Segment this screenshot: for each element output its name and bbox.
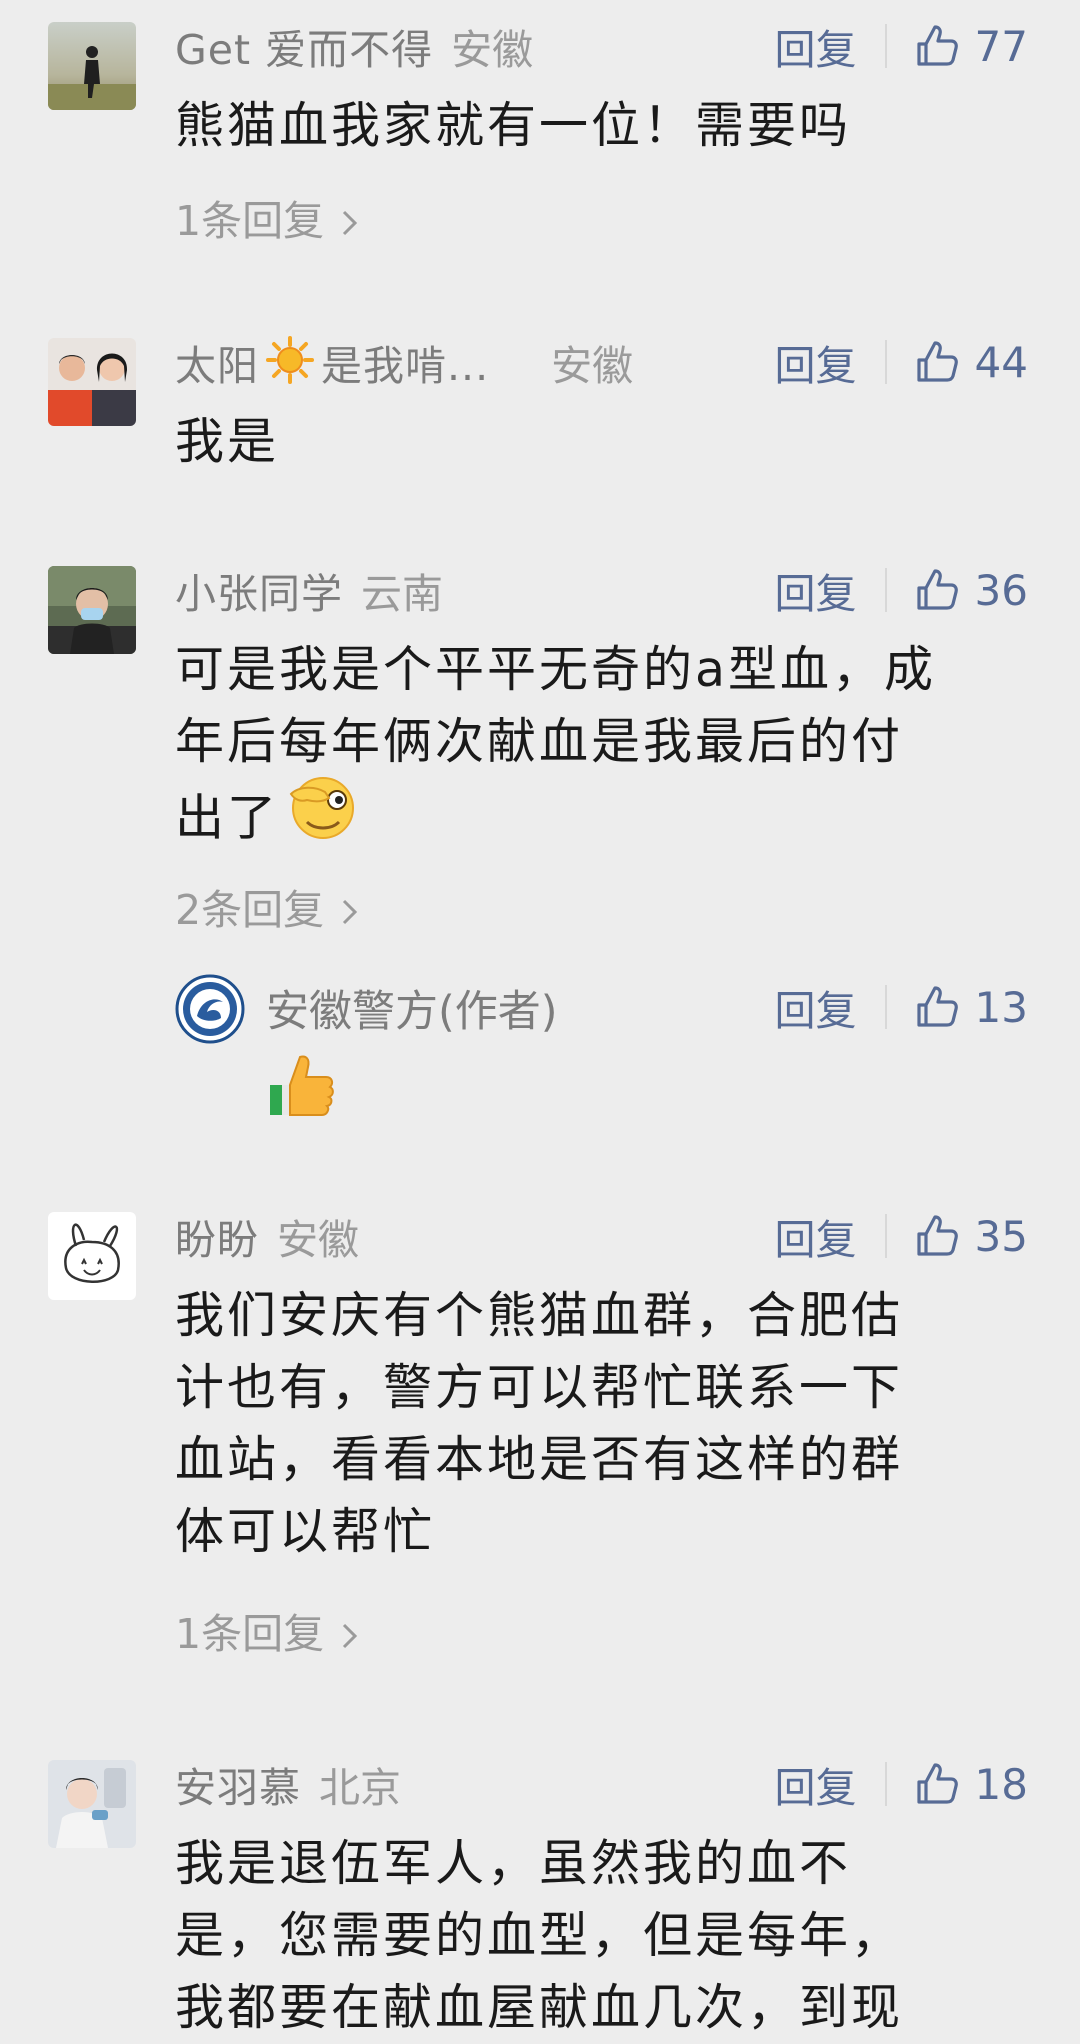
chevron-right-icon	[341, 1613, 359, 1661]
comment-line: 熊猫血我家就有一位！需要吗	[175, 97, 852, 154]
comment-line: 可是我是个平平无奇的a型血，成	[175, 641, 937, 698]
comment-actions: 回复 18	[775, 1754, 1028, 1814]
like-count: 13	[974, 982, 1028, 1032]
divider	[884, 24, 887, 68]
replies-count: 1条回复	[175, 197, 325, 245]
comment-line: 我们安庆有个熊猫血群，合肥估	[175, 1287, 904, 1344]
author-reply-actions: 回复 13	[775, 977, 1028, 1037]
comment-actions: 回复 77	[775, 16, 1028, 76]
comment-line: 血站，看看本地是否有这样的群	[175, 1431, 904, 1488]
location: 安徽	[551, 342, 634, 390]
replies-count: 1条回复	[175, 1610, 325, 1658]
comment-item: 太阳 是我啃... 安徽 回复 44 我是	[0, 328, 1080, 488]
divider	[884, 985, 887, 1029]
comment-line: 是，您需要的血型，但是每年，	[175, 1907, 904, 1964]
like-count: 77	[974, 21, 1028, 71]
author-nickname[interactable]: 安徽警方(作者)	[266, 977, 558, 1039]
location: 安徽	[277, 1216, 359, 1264]
reply-button[interactable]: 回复	[775, 560, 857, 620]
wink-hand-emoji	[285, 768, 361, 864]
view-replies-link[interactable]: 1条回复	[175, 187, 359, 248]
view-replies-link[interactable]: 2条回复	[175, 876, 359, 937]
like-button[interactable]: 13	[913, 983, 1028, 1032]
view-replies-link[interactable]: 1条回复	[175, 1600, 359, 1661]
comment-actions: 回复 44	[775, 332, 1028, 392]
replies-count: 2条回复	[175, 886, 325, 934]
like-count: 36	[974, 565, 1028, 615]
like-button[interactable]: 18	[913, 1760, 1028, 1809]
like-count: 35	[974, 1211, 1028, 1261]
chevron-right-icon	[341, 200, 359, 248]
comment-text: 我们安庆有个熊猫血群，合肥估 计也有，警方可以帮忙联系一下 血站，看看本地是否有…	[175, 1280, 1025, 1568]
thumbs-up-outline-icon	[913, 1212, 961, 1260]
nickname[interactable]: 盼盼	[175, 1206, 259, 1266]
nickname[interactable]: 安羽慕	[175, 1754, 301, 1814]
avatar[interactable]	[48, 22, 136, 110]
comments-page: Get 爱而不得 安徽 回复 77 熊猫血我家就有一位！需要吗 1条回复 太阳 …	[0, 0, 1080, 2036]
comment-meta: 安羽慕 北京	[175, 1754, 401, 1814]
comment-line: 我都要在献血屋献血几次，到现	[175, 1979, 904, 2036]
reply-button[interactable]: 回复	[775, 332, 857, 392]
divider	[884, 1762, 887, 1806]
like-count: 44	[974, 337, 1028, 387]
sun-emoji	[265, 335, 315, 389]
avatar[interactable]	[48, 566, 136, 654]
thumbs-up-emoji	[266, 1047, 342, 1127]
comment-meta: 盼盼 安徽	[175, 1206, 359, 1266]
comment-line: 出了	[175, 777, 1025, 864]
comment-actions: 回复 36	[775, 560, 1028, 620]
thumbs-up-outline-icon	[913, 1760, 961, 1808]
comment-text: 可是我是个平平无奇的a型血，成 年后每年俩次献血是我最后的付 出了	[175, 634, 1025, 864]
nickname[interactable]: 太阳	[175, 332, 259, 392]
comment-text: 熊猫血我家就有一位！需要吗	[175, 90, 1025, 162]
divider	[884, 1214, 887, 1258]
comment-meta: Get 爱而不得 安徽	[175, 16, 533, 76]
comment-item: Get 爱而不得 安徽 回复 77 熊猫血我家就有一位！需要吗 1条回复	[0, 12, 1080, 252]
reply-button[interactable]: 回复	[775, 977, 857, 1037]
reply-button[interactable]: 回复	[775, 1206, 857, 1266]
comment-line: 我是	[175, 413, 280, 470]
comment-item: 安羽慕 北京 回复 18 我是退伍军人，虽然我的血不 是，您需要的血型，但是每年…	[0, 1750, 1080, 2036]
comment-meta: 太阳 是我啃... 安徽	[175, 332, 633, 392]
thumbs-up-outline-icon	[913, 566, 961, 614]
comment-item: 小张同学 云南 回复 36 可是我是个平平无奇的a型血，成 年后每年俩次献血是我…	[0, 556, 1080, 1116]
nickname-suffix[interactable]: 是我啃...	[321, 332, 489, 392]
thumbs-up-outline-icon	[913, 22, 961, 70]
comment-line: 体可以帮忙	[175, 1503, 436, 1560]
like-button[interactable]: 44	[913, 338, 1028, 387]
location: 安徽	[451, 26, 534, 74]
nickname[interactable]: Get 爱而不得	[175, 16, 433, 76]
comment-text: 我是退伍军人，虽然我的血不 是，您需要的血型，但是每年， 我都要在献血屋献血几次…	[175, 1828, 1025, 2044]
reply-button[interactable]: 回复	[775, 1754, 857, 1814]
divider	[884, 568, 887, 612]
thumbs-up-outline-icon	[913, 983, 961, 1031]
comment-line-text: 出了	[175, 789, 280, 847]
comment-line: 我是退伍军人，虽然我的血不	[175, 1835, 852, 1892]
like-button[interactable]: 36	[913, 566, 1028, 615]
comment-line: 计也有，警方可以帮忙联系一下	[175, 1359, 904, 1416]
author-avatar[interactable]	[175, 974, 245, 1044]
avatar[interactable]	[48, 1212, 136, 1300]
like-button[interactable]: 77	[913, 22, 1028, 71]
location: 云南	[361, 570, 443, 618]
comment-meta: 小张同学 云南	[175, 560, 443, 620]
chevron-right-icon	[341, 889, 359, 937]
nickname[interactable]: 小张同学	[175, 560, 343, 620]
author-reply: 安徽警方(作者) 回复 13	[0, 971, 1080, 1116]
comment-item: 盼盼 安徽 回复 35 我们安庆有个熊猫血群，合肥估 计也有，警方可以帮忙联系一…	[0, 1202, 1080, 1682]
thumbs-up-outline-icon	[913, 338, 961, 386]
like-button[interactable]: 35	[913, 1212, 1028, 1261]
like-count: 18	[974, 1759, 1028, 1809]
avatar[interactable]	[48, 1760, 136, 1848]
reply-button[interactable]: 回复	[775, 16, 857, 76]
comment-actions: 回复 35	[775, 1206, 1028, 1266]
avatar[interactable]	[48, 338, 136, 426]
location: 北京	[319, 1764, 401, 1812]
comment-text: 我是	[175, 406, 1025, 478]
divider	[884, 340, 887, 384]
